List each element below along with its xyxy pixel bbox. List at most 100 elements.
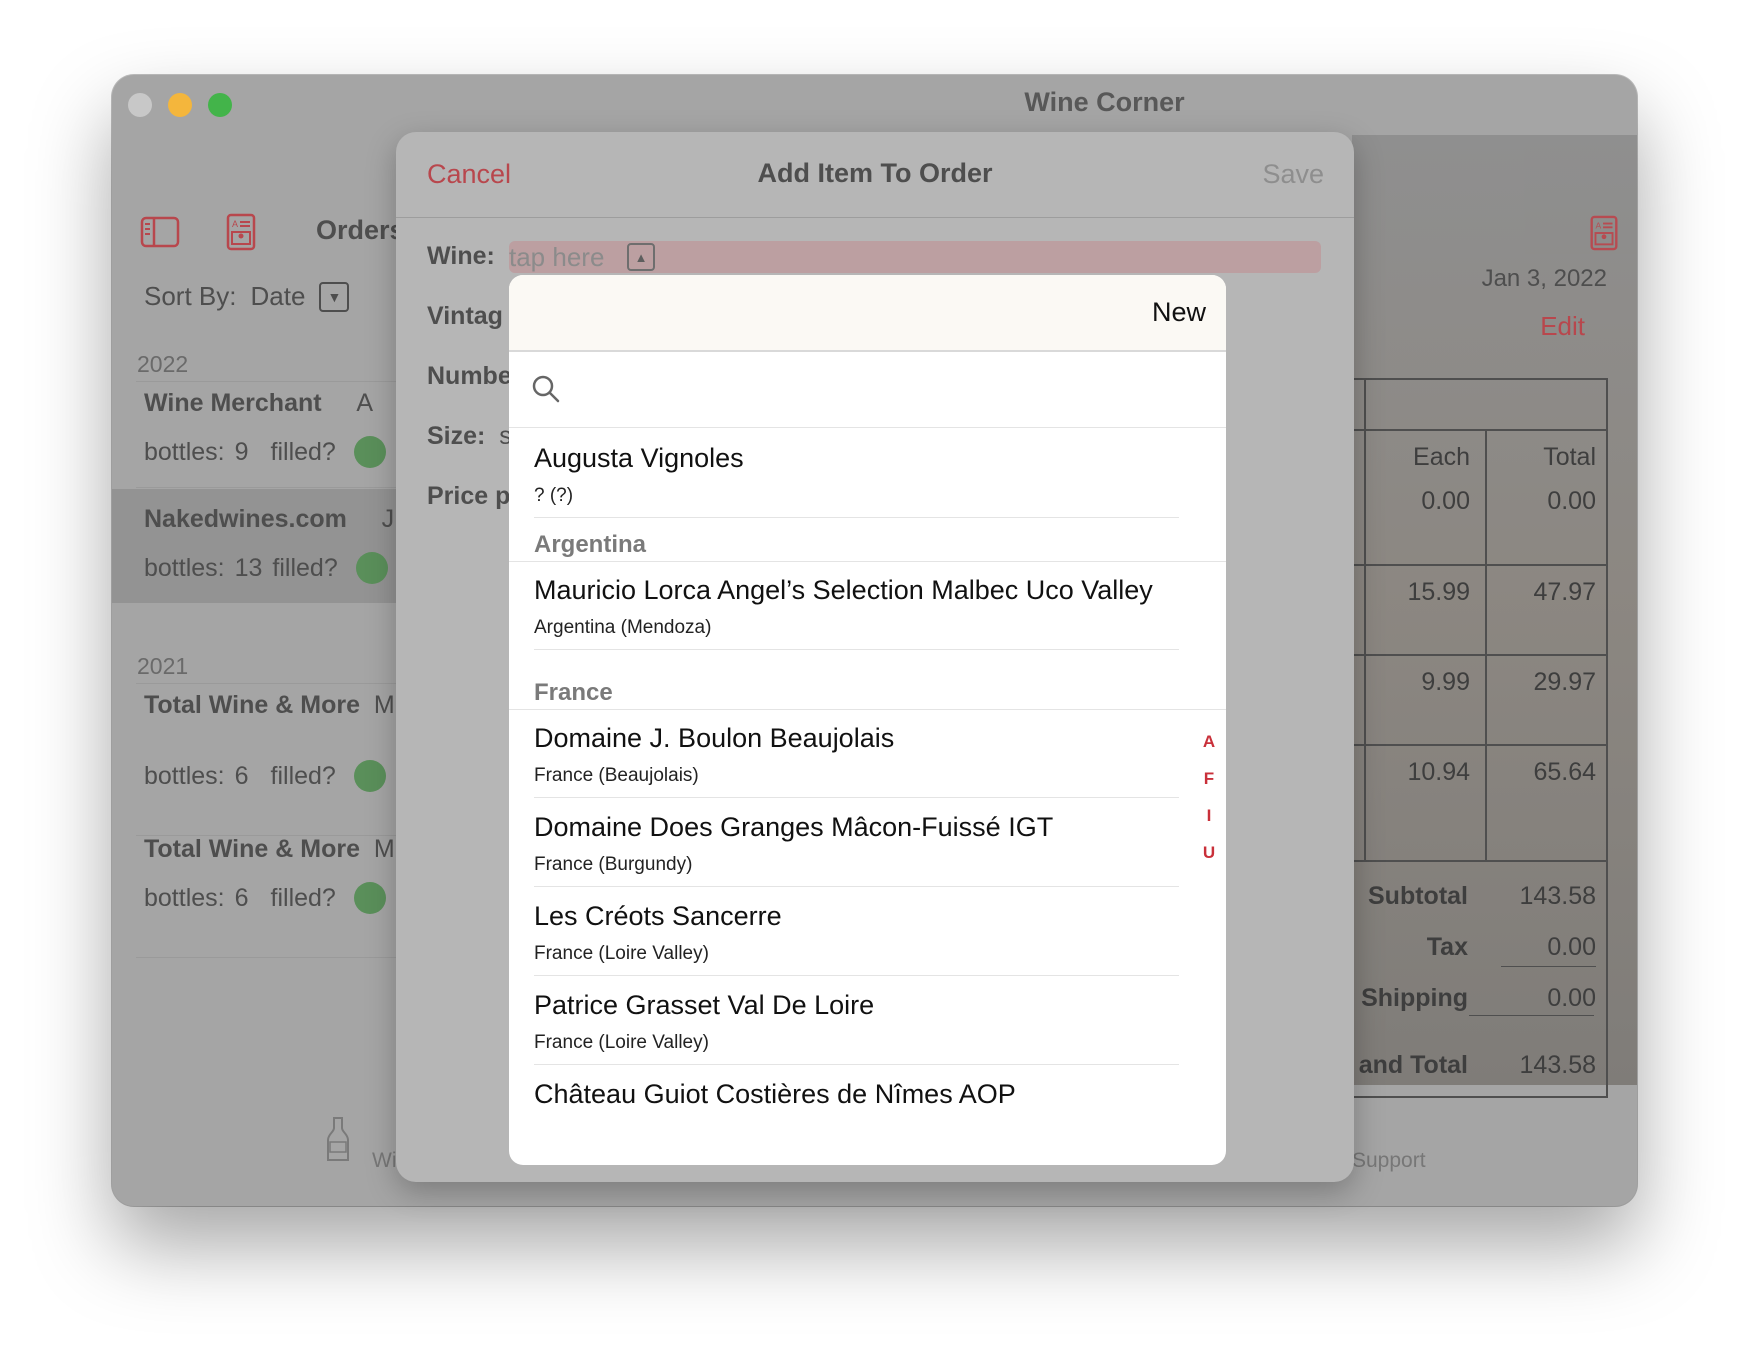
modal-header: Cancel Add Item To Order Save [396, 132, 1354, 218]
index-letter-f[interactable]: F [1199, 769, 1219, 789]
filled-status-dot [353, 760, 386, 792]
tax-value: 0.00 [1547, 933, 1596, 961]
wine-list-item[interactable]: Château Guiot Costières de Nîmes AOP [534, 1065, 1179, 1154]
filled-status-dot [353, 882, 386, 914]
wine-name: Les Créots Sancerre [534, 901, 782, 931]
filled-label: filled? [272, 553, 338, 582]
divider [136, 957, 412, 958]
filled-status-dot [355, 552, 388, 584]
bottles-count: 13 [234, 553, 263, 582]
index-letter-a[interactable]: A [1199, 732, 1219, 752]
wine-list-item[interactable]: Les Créots Sancerre France (Loire Valley… [534, 887, 1179, 976]
wine-list-item[interactable]: Augusta Vignoles ? (?) [534, 429, 1179, 518]
vintage-label: Vintag [427, 302, 503, 330]
order-merchant: Wine Merchant [144, 389, 322, 417]
filled-status-dot [353, 436, 386, 468]
order-trail: A [356, 389, 373, 417]
search-icon [532, 375, 560, 403]
table-border [1352, 378, 1608, 380]
order-row[interactable]: Wine Merchant A bottles: 9 filled? [136, 389, 426, 468]
order-trail: M [373, 835, 395, 863]
wine-list-item[interactable]: Mauricio Lorca Angel’s Selection Malbec … [534, 561, 1179, 650]
sort-value[interactable]: Date [250, 281, 305, 312]
contact-card-icon[interactable]: A [226, 213, 256, 251]
table-border [1352, 654, 1608, 656]
index-letter-u[interactable]: U [1199, 843, 1219, 863]
order-trail: J [381, 505, 395, 533]
bottles-count: 6 [234, 761, 249, 790]
wine-origin: France (Loire Valley) [534, 943, 709, 964]
bottles-label: bottles: [144, 553, 225, 582]
shipping-label: Shipping [1361, 984, 1468, 1012]
table-border [1364, 378, 1366, 862]
divider [136, 487, 412, 488]
window-title: Wine Corner [1024, 87, 1185, 117]
wine-name: Patrice Grasset Val De Loire [534, 990, 875, 1020]
bottles-label: bottles: [144, 883, 225, 912]
bottles-label: bottles: [144, 761, 225, 790]
order-merchant: Total Wine & More [144, 691, 360, 719]
wine-name: Mauricio Lorca Angel’s Selection Malbec … [534, 575, 1153, 605]
table-border [1352, 744, 1608, 746]
order-trail: M [373, 691, 395, 719]
triangle-down-icon: ▼ [327, 288, 342, 305]
add-item-modal: Cancel Add Item To Order Save Wine: tap … [396, 132, 1354, 1182]
section-header-argentina: Argentina [534, 531, 647, 558]
row-total: 29.97 [1533, 668, 1596, 696]
row-total: 65.64 [1533, 758, 1596, 786]
row-total: 0.00 [1547, 487, 1596, 515]
tab-wines-label[interactable]: Wi [372, 1149, 397, 1173]
sidebar-toggle-icon[interactable] [140, 215, 180, 249]
wine-bottle-icon[interactable] [324, 1116, 352, 1164]
column-header-each: Each [1413, 443, 1470, 471]
order-merchant: Total Wine & More [144, 835, 360, 863]
table-border [1352, 860, 1608, 862]
orders-sidebar: A Orders Sort By: Date ▼ 2022 Wine Merch… [112, 135, 412, 1135]
wine-origin: France (Burgundy) [534, 854, 693, 875]
search-input[interactable] [573, 370, 1193, 410]
order-merchant: Nakedwines.com [144, 505, 347, 533]
new-wine-button[interactable]: New [1152, 297, 1206, 328]
wine-name: Château Guiot Costières de Nîmes AOP [534, 1079, 1016, 1109]
wine-picker-field[interactable]: tap here ▲ [509, 241, 1321, 273]
subtotal-label: Subtotal [1368, 882, 1468, 910]
subtotal-value: 143.58 [1519, 882, 1596, 910]
tab-support-label[interactable]: Support [1352, 1149, 1426, 1173]
order-date: Jan 3, 2022 [1481, 265, 1607, 292]
table-border [1485, 429, 1487, 862]
filled-label: filled? [270, 437, 336, 466]
wine-label: Wine: [427, 242, 495, 270]
order-row-selected[interactable]: Nakedwines.com J bottles: 13 filled? [112, 489, 412, 603]
wine-origin: France (Loire Valley) [534, 1032, 709, 1053]
shipping-value: 0.00 [1547, 984, 1596, 1012]
grand-total-value: 143.58 [1519, 1051, 1596, 1079]
sort-dropdown-button[interactable]: ▼ [319, 281, 350, 312]
edit-button[interactable]: Edit [1540, 311, 1585, 342]
wine-list-item[interactable]: Domaine Does Granges Mâcon-Fuissé IGT Fr… [534, 798, 1179, 887]
wine-placeholder: tap here [509, 242, 605, 272]
row-each: 15.99 [1407, 578, 1470, 606]
section-header-france: France [534, 679, 613, 706]
size-label: Size: s [427, 422, 512, 451]
year-header: 2022 [137, 351, 189, 377]
sort-control: Sort By: Date ▼ [144, 281, 350, 312]
contact-card-icon[interactable]: A [1588, 215, 1620, 251]
row-each: 10.94 [1407, 758, 1470, 786]
wine-list-item[interactable]: Patrice Grasset Val De Loire France (Loi… [534, 976, 1179, 1065]
filled-label: filled? [270, 761, 336, 790]
save-button[interactable]: Save [1262, 159, 1324, 190]
wine-origin: France (Beaujolais) [534, 765, 699, 786]
order-row[interactable]: Total Wine & More M bottles: 6 filled? [136, 835, 426, 914]
title-bar: Wine Corner [112, 75, 1637, 135]
index-letter-i[interactable]: I [1199, 806, 1219, 826]
order-row[interactable]: Total Wine & More M bottles: 6 filled? [136, 691, 426, 792]
wine-list-item[interactable]: Domaine J. Boulon Beaujolais France (Bea… [534, 709, 1179, 798]
filled-label: filled? [270, 883, 336, 912]
table-border [1469, 1015, 1594, 1016]
triangle-up-icon[interactable]: ▲ [627, 243, 655, 271]
search-bar[interactable] [509, 352, 1226, 428]
sort-label: Sort By: [144, 281, 237, 311]
row-each: 0.00 [1421, 487, 1470, 515]
picker-header: New [509, 275, 1226, 352]
sidebar-title: Orders [316, 215, 405, 245]
